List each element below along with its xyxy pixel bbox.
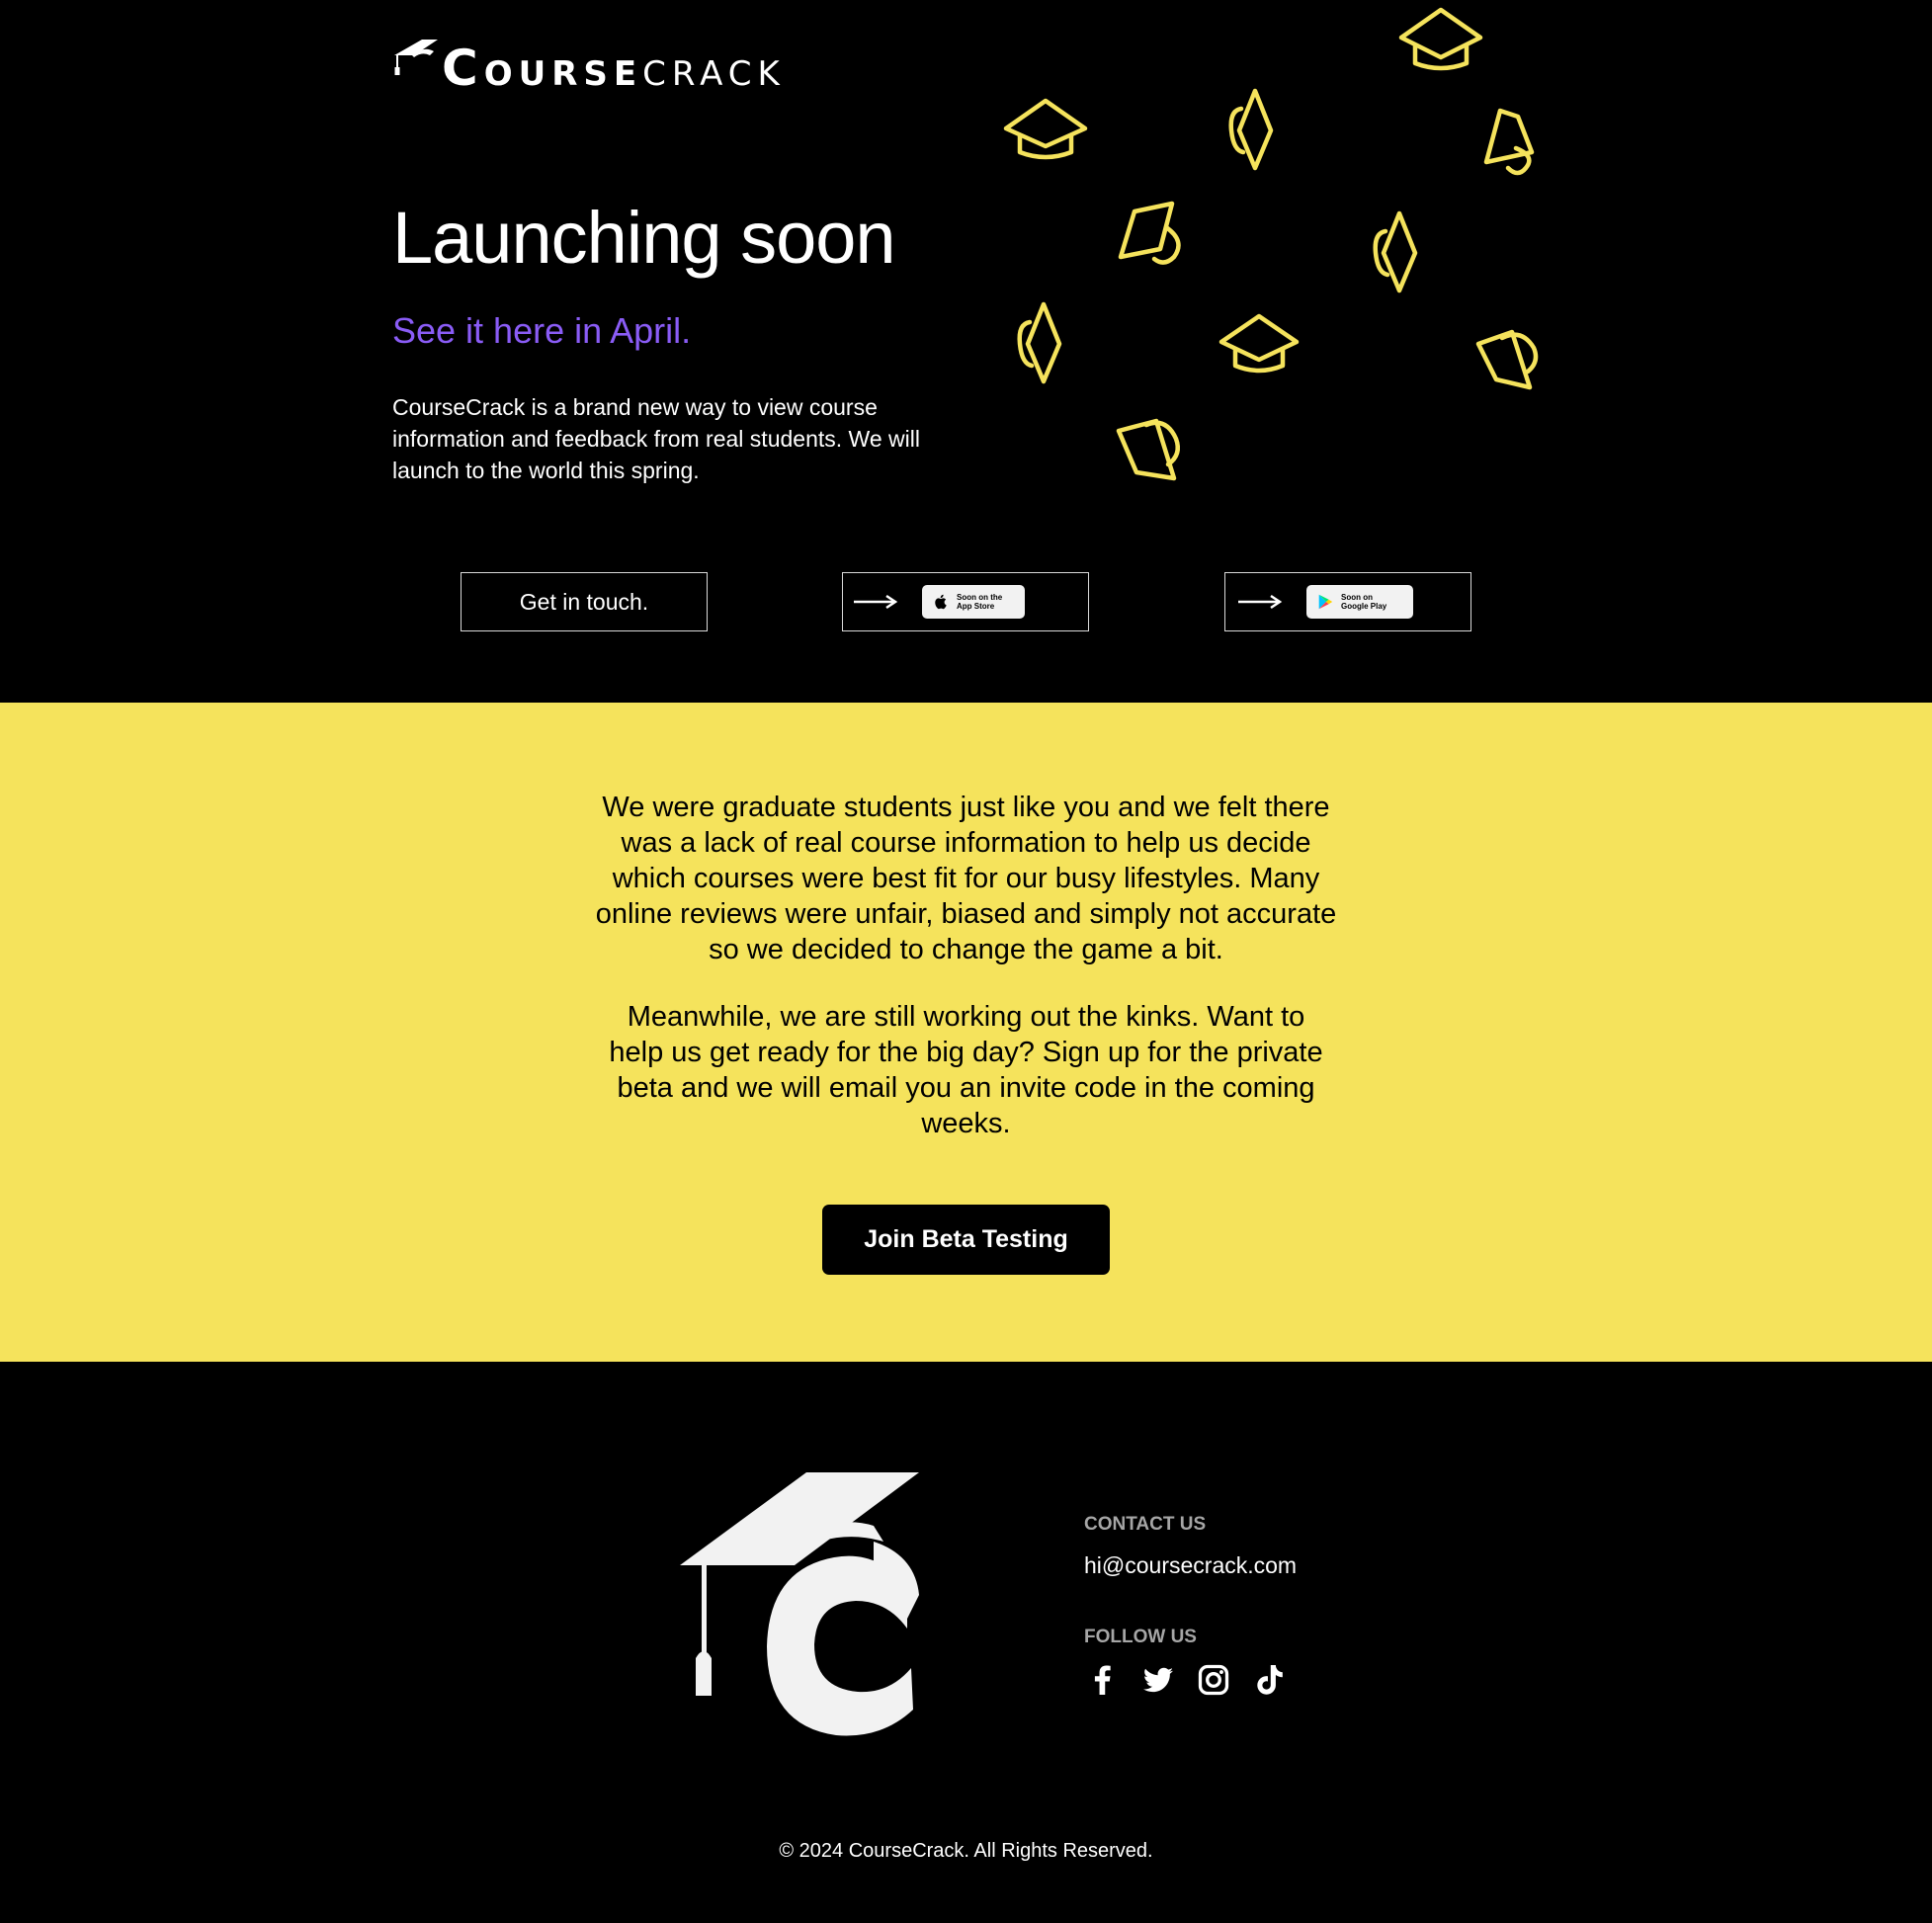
- about-paragraph-1: We were graduate students just like you …: [595, 792, 1337, 965]
- logo-initial: C: [442, 40, 484, 97]
- twitter-icon: [1143, 1667, 1173, 1693]
- app-store-label: Soon on the App Store: [957, 593, 1002, 611]
- graduation-cap-icon: [1228, 88, 1274, 171]
- hero-description: CourseCrack is a brand new way to view c…: [392, 394, 920, 483]
- graduation-cap-icon: [1475, 329, 1539, 390]
- logo-light-text: CRACK: [642, 54, 786, 94]
- social-links: [1084, 1660, 1305, 1700]
- google-play-badge: Soon on Google Play: [1306, 585, 1413, 619]
- graduation-cap-icon: [1003, 98, 1088, 160]
- twitter-link[interactable]: [1139, 1660, 1177, 1700]
- hero-section: COURSECRACK Launching soon See it here i…: [0, 0, 1932, 703]
- google-play-button[interactable]: Soon on Google Play: [1224, 572, 1471, 631]
- footer: CONTACT US hi@coursecrack.com FOLLOW US: [0, 1362, 1932, 1923]
- logo-bold-text: OURSE: [483, 54, 643, 94]
- app-store-badge: Soon on the App Store: [922, 585, 1025, 619]
- instagram-icon: [1198, 1664, 1229, 1696]
- graduation-cap-icon: [1218, 313, 1300, 374]
- contact-heading: CONTACT US: [1084, 1514, 1207, 1535]
- copyright-text: © 2024 CourseCrack. All Rights Reserved.: [779, 1840, 1153, 1862]
- google-play-line2: Google Play: [1341, 602, 1387, 611]
- graduation-cap-icon: [1116, 418, 1180, 481]
- app-store-button[interactable]: Soon on the App Store: [842, 572, 1089, 631]
- app-store-line1: Soon on the: [957, 593, 1003, 602]
- arrow-right-icon: [1238, 594, 1283, 610]
- graduation-caps-illustration: [1003, 7, 1539, 481]
- graduation-cap-icon: [1118, 201, 1181, 265]
- graduation-cap-icon: [1483, 108, 1535, 176]
- app-store-line2: App Store: [957, 602, 995, 611]
- facebook-icon: [1094, 1665, 1111, 1695]
- coursecrack-logo[interactable]: COURSECRACK: [392, 38, 786, 93]
- hero-subtitle: See it here in April.: [392, 310, 692, 351]
- arrow-right-icon: [854, 594, 898, 610]
- logo-wordmark: COURSECRACK: [442, 43, 786, 93]
- graduation-cap-icon: [394, 40, 438, 75]
- graduation-cap-icon: [1017, 301, 1062, 384]
- google-play-icon: [1318, 594, 1333, 610]
- coursecrack-footer-logo: [680, 1472, 919, 1736]
- tiktok-link[interactable]: [1250, 1660, 1288, 1700]
- facebook-link[interactable]: [1084, 1660, 1122, 1700]
- about-section: We were graduate students just like you …: [0, 703, 1932, 1362]
- google-play-label: Soon on Google Play: [1341, 593, 1386, 611]
- graduation-cap-icon: [1398, 7, 1483, 71]
- follow-heading: FOLLOW US: [1084, 1627, 1197, 1647]
- instagram-link[interactable]: [1195, 1660, 1232, 1700]
- get-in-touch-button[interactable]: Get in touch.: [461, 572, 708, 631]
- about-paragraph-2: Meanwhile, we are still working out the …: [609, 1001, 1323, 1139]
- join-beta-button[interactable]: Join Beta Testing: [822, 1205, 1110, 1275]
- hero-title: Launching soon: [392, 197, 896, 279]
- google-play-line1: Soon on: [1341, 593, 1373, 602]
- apple-icon: [935, 594, 947, 610]
- contact-email-link[interactable]: hi@coursecrack.com: [1084, 1552, 1297, 1579]
- tiktok-icon: [1257, 1665, 1283, 1695]
- graduation-cap-icon: [1373, 210, 1418, 293]
